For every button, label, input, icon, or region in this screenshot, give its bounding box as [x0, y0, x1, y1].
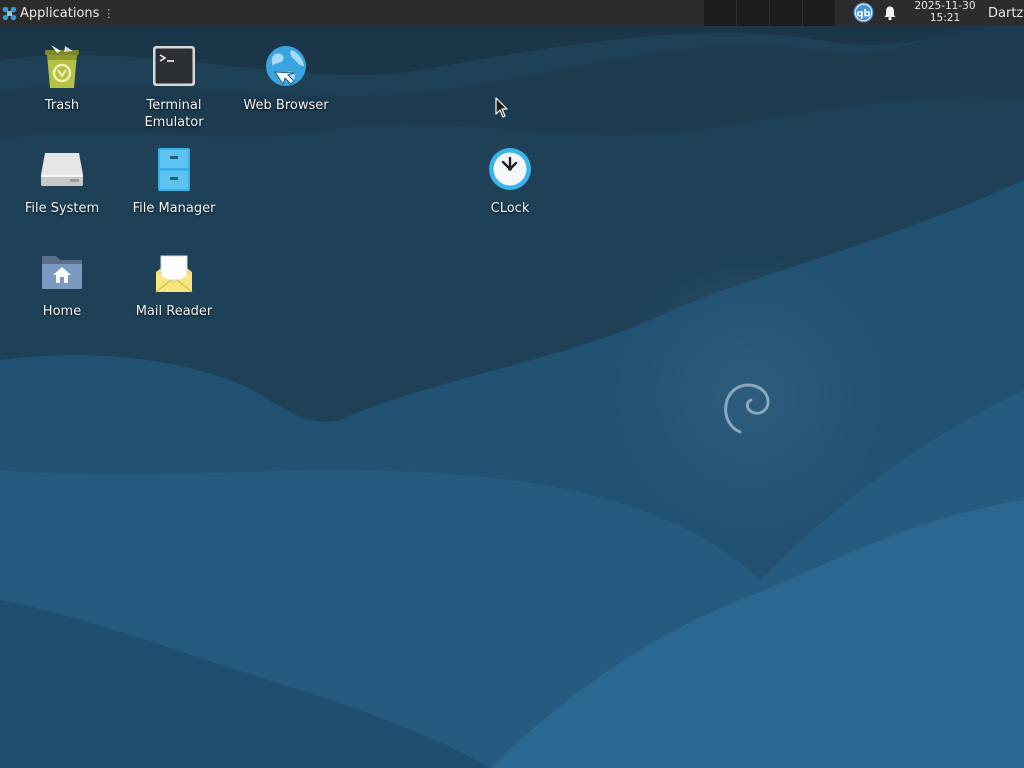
workspace-switcher [704, 0, 836, 26]
clock-date: 2025-11-30 [914, 0, 976, 12]
desktop-icon-file-system[interactable]: File System [7, 145, 117, 217]
desktop-icon-label: File System [24, 201, 100, 216]
file-cabinet-icon [158, 148, 190, 191]
clock-icon [489, 148, 531, 190]
qbittorrent-tray-label: qb [856, 9, 870, 20]
applications-menu-button[interactable]: Applications ⋮ [2, 0, 118, 26]
desktop-icon-label: Mail Reader [135, 304, 213, 319]
desktop-icon-file-manager[interactable]: File Manager [119, 145, 229, 217]
desktop-icon-label: File Manager [132, 201, 216, 216]
workspace-4[interactable] [803, 0, 836, 26]
user-menu[interactable]: Dartz [988, 0, 1023, 26]
desktop-icon-clock[interactable]: CLock [455, 145, 565, 217]
desktop-icon-label: CLock [490, 201, 530, 216]
trash-icon [45, 45, 79, 88]
notification-bell-icon[interactable] [882, 5, 898, 21]
mouse-cursor-icon [495, 97, 508, 118]
menu-drag-handle[interactable]: ⋮ [103, 7, 114, 20]
qbittorrent-tray-icon[interactable]: qb [853, 2, 874, 23]
workspace-3[interactable] [770, 0, 803, 26]
desktop-icon-trash[interactable]: Trash [7, 42, 117, 114]
terminal-icon [153, 46, 195, 86]
workspace-2[interactable] [737, 0, 770, 26]
desktop-icon-label: Home [42, 304, 82, 319]
web-browser-icon [266, 46, 306, 86]
desktop-icon-label: Web Browser [243, 98, 329, 113]
workspace-1[interactable] [704, 0, 737, 26]
top-panel: Applications ⋮ qb 2025-11-30 15:21 Dartz [0, 0, 1024, 26]
desktop-icon-label: Trash [44, 98, 80, 113]
drive-icon [41, 153, 83, 186]
mail-icon [155, 255, 193, 293]
desktop-icon-web-browser[interactable]: Web Browser [231, 42, 341, 114]
applications-logo-icon [2, 6, 17, 20]
applications-menu-label: Applications [20, 5, 100, 21]
panel-clock[interactable]: 2025-11-30 15:21 [908, 0, 982, 24]
desktop-icon-mail-reader[interactable]: Mail Reader [119, 248, 229, 320]
home-folder-icon [42, 256, 82, 289]
clock-time: 15:21 [929, 11, 961, 24]
desktop-icon-terminal-emulator[interactable]: Terminal Emulator [119, 42, 229, 131]
desktop-icon-label: Terminal Emulator [144, 98, 204, 130]
desktop-icon-home[interactable]: Home [7, 248, 117, 320]
